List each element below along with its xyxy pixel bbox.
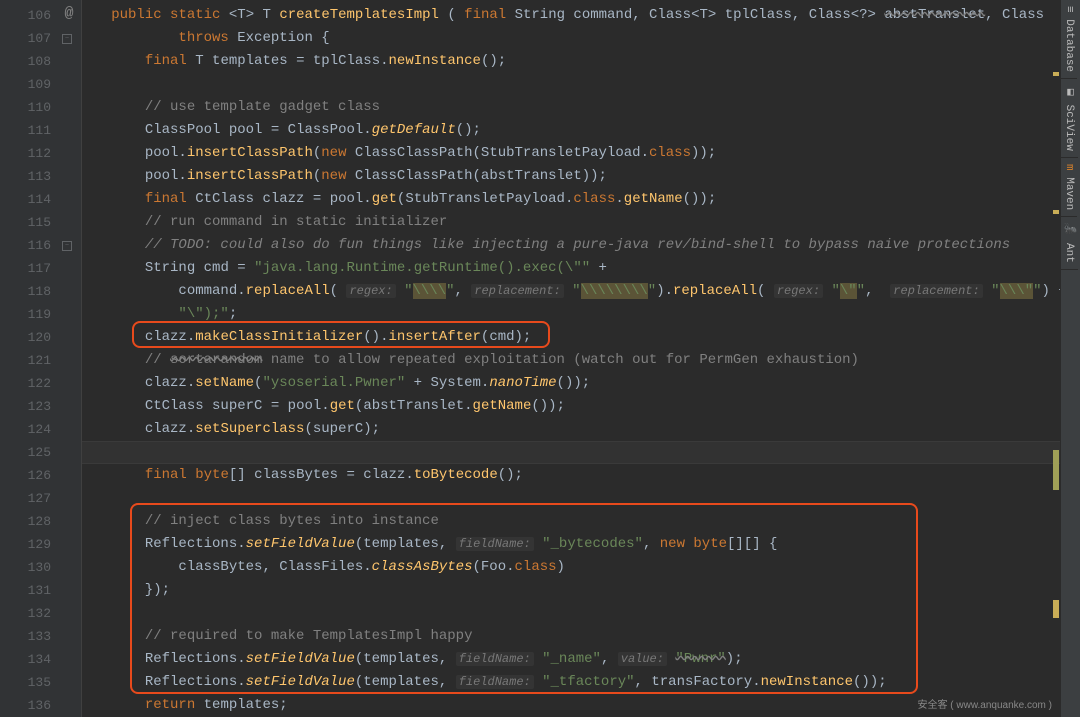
- code-line[interactable]: // run command in static initializer: [82, 211, 1080, 234]
- code-line[interactable]: classBytes, ClassFiles.classAsBytes(Foo.…: [82, 556, 1080, 579]
- line-number: 118: [0, 280, 81, 303]
- line-number: 132: [0, 602, 81, 625]
- line-number: 114: [0, 188, 81, 211]
- code-line[interactable]: throws Exception {: [82, 27, 1080, 50]
- inlay-hint: fieldName:: [456, 675, 534, 689]
- override-annotation-icon[interactable]: @: [61, 5, 77, 21]
- code-line[interactable]: public static <T> T createTemplatesImpl …: [82, 4, 1080, 27]
- code-line-current[interactable]: [82, 441, 1080, 464]
- line-number: 131: [0, 579, 81, 602]
- line-number: 134: [0, 648, 81, 671]
- line-number: 108: [0, 50, 81, 73]
- line-number: 130: [0, 556, 81, 579]
- code-line[interactable]: [82, 487, 1080, 510]
- line-number: 107 −: [0, 27, 81, 50]
- code-line[interactable]: [82, 73, 1080, 96]
- code-line[interactable]: // inject class bytes into instance: [82, 510, 1080, 533]
- code-line[interactable]: clazz.makeClassInitializer().insertAfter…: [82, 326, 1080, 349]
- line-number: 106 @: [0, 4, 81, 27]
- line-number: 117: [0, 257, 81, 280]
- inlay-hint: replacement:: [471, 284, 563, 298]
- tool-tab-sciview[interactable]: ◧ SciView: [1061, 79, 1078, 158]
- line-number: 119: [0, 303, 81, 326]
- code-line[interactable]: "\");";: [82, 303, 1080, 326]
- line-number: 128: [0, 510, 81, 533]
- database-icon: ≡: [1063, 6, 1075, 13]
- code-line[interactable]: final T templates = tplClass.newInstance…: [82, 50, 1080, 73]
- line-number: 136: [0, 694, 81, 717]
- code-line[interactable]: // use template gadget class: [82, 96, 1080, 119]
- error-stripe-mark[interactable]: [1053, 210, 1059, 214]
- line-number: 110: [0, 96, 81, 119]
- line-number: 116 −: [0, 234, 81, 257]
- line-number: 121: [0, 349, 81, 372]
- line-number: 126: [0, 464, 81, 487]
- editor-root: 106 @ 107 − 108 109 110 111 112 113 114 …: [0, 0, 1080, 717]
- right-tool-sidebar: ≡ Database ◧ SciView m Maven 🐜 Ant: [1060, 0, 1080, 717]
- code-line[interactable]: pool.insertClassPath(new ClassClassPath(…: [82, 165, 1080, 188]
- line-number: 135: [0, 671, 81, 694]
- ant-icon: 🐜: [1063, 223, 1075, 236]
- line-number: 120: [0, 326, 81, 349]
- sciview-icon: ◧: [1063, 85, 1075, 98]
- code-line[interactable]: });: [82, 579, 1080, 602]
- tool-tab-maven[interactable]: m Maven: [1061, 158, 1077, 217]
- collapse-icon[interactable]: −: [59, 31, 75, 47]
- error-stripe-mark[interactable]: [1053, 450, 1059, 490]
- inlay-hint: fieldName:: [456, 537, 534, 551]
- line-number: 111: [0, 119, 81, 142]
- code-line[interactable]: ClassPool pool = ClassPool.getDefault();: [82, 119, 1080, 142]
- code-line[interactable]: Reflections.setFieldValue(templates, fie…: [82, 671, 1080, 694]
- code-line[interactable]: // TODO: could also do fun things like i…: [82, 234, 1080, 257]
- line-number: 123: [0, 395, 81, 418]
- code-line[interactable]: CtClass superC = pool.get(abstTranslet.g…: [82, 395, 1080, 418]
- code-line[interactable]: pool.insertClassPath(new ClassClassPath(…: [82, 142, 1080, 165]
- code-line[interactable]: // required to make TemplatesImpl happy: [82, 625, 1080, 648]
- tool-tab-database[interactable]: ≡ Database: [1061, 0, 1077, 79]
- inlay-hint: value:: [618, 652, 667, 666]
- inlay-hint: regex:: [346, 284, 395, 298]
- code-line[interactable]: // sortarandom name to allow repeated ex…: [82, 349, 1080, 372]
- line-number: 115: [0, 211, 81, 234]
- tool-tab-ant[interactable]: 🐜 Ant: [1061, 217, 1078, 270]
- code-area[interactable]: public static <T> T createTemplatesImpl …: [82, 0, 1080, 717]
- line-number: 113: [0, 165, 81, 188]
- code-line[interactable]: String cmd = "java.lang.Runtime.getRunti…: [82, 257, 1080, 280]
- line-number: 129: [0, 533, 81, 556]
- inlay-hint: regex:: [774, 284, 823, 298]
- error-stripe-mark[interactable]: [1053, 600, 1059, 618]
- error-stripe-mark[interactable]: [1053, 72, 1059, 76]
- watermark: 安全客 ( www.anquanke.com ): [918, 696, 1053, 711]
- code-line[interactable]: Reflections.setFieldValue(templates, fie…: [82, 533, 1080, 556]
- line-number: 109: [0, 73, 81, 96]
- line-number: 125: [0, 441, 81, 464]
- code-line[interactable]: final byte[] classBytes = clazz.toByteco…: [82, 464, 1080, 487]
- line-number: 127: [0, 487, 81, 510]
- line-number: 124: [0, 418, 81, 441]
- code-line[interactable]: [82, 602, 1080, 625]
- code-line[interactable]: clazz.setName("ysoserial.Pwner" + System…: [82, 372, 1080, 395]
- maven-icon: m: [1063, 164, 1075, 171]
- code-line[interactable]: Reflections.setFieldValue(templates, fie…: [82, 648, 1080, 671]
- code-line[interactable]: final CtClass clazz = pool.get(StubTrans…: [82, 188, 1080, 211]
- code-line[interactable]: command.replaceAll( regex: "\\\\", repla…: [82, 280, 1080, 303]
- collapse-icon[interactable]: −: [59, 238, 75, 254]
- line-number: 133: [0, 625, 81, 648]
- code-line[interactable]: clazz.setSuperclass(superC);: [82, 418, 1080, 441]
- inlay-hint: replacement:: [890, 284, 982, 298]
- line-number: 112: [0, 142, 81, 165]
- gutter: 106 @ 107 − 108 109 110 111 112 113 114 …: [0, 0, 82, 717]
- line-number: 122: [0, 372, 81, 395]
- inlay-hint: fieldName:: [456, 652, 534, 666]
